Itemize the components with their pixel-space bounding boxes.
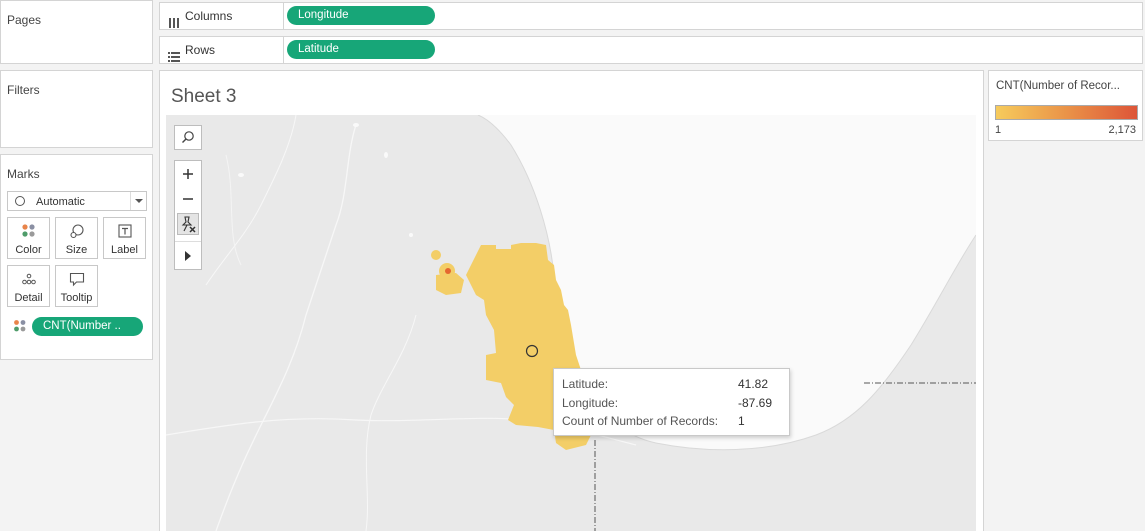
detail-icon (8, 271, 49, 287)
map-search-button[interactable] (174, 125, 202, 150)
color-encoding-icon (13, 319, 27, 338)
map-view[interactable] (166, 115, 976, 531)
columns-icon (168, 11, 180, 28)
small-lake (353, 123, 359, 127)
filters-card[interactable]: Filters (0, 70, 153, 148)
tooltip-row: Count of Number of Records: (562, 414, 718, 430)
mark-type-label: Automatic (36, 196, 85, 208)
size-icon (56, 223, 97, 239)
marks-title: Marks (7, 167, 40, 181)
speech-bubble-icon (56, 271, 97, 287)
latitude-pill[interactable]: Latitude (287, 40, 435, 59)
legend-max: 2,173 (1108, 124, 1136, 136)
search-icon (182, 131, 194, 143)
tooltip-key: Longitude: (562, 396, 619, 410)
size-button[interactable]: Size (55, 217, 98, 259)
rows-shelf[interactable]: Rows Latitude (159, 36, 1143, 64)
detail-label: Detail (14, 292, 43, 304)
mark-type-dropdown[interactable]: Automatic (7, 191, 147, 211)
marks-card: Marks Automatic Color Size Label Detail … (0, 154, 153, 360)
tooltip-label: Tooltip (60, 292, 93, 304)
river (365, 314, 417, 531)
small-lake (384, 152, 388, 158)
size-label: Size (65, 244, 88, 256)
pages-card[interactable]: Pages (0, 0, 153, 64)
circle-mark-icon (15, 196, 25, 206)
expand-toolbar-button[interactable] (175, 241, 201, 269)
play-arrow-icon (185, 251, 191, 261)
rows-shelf-label: Rows (160, 37, 284, 63)
tooltip-key: Count of Number of Records: (562, 414, 719, 428)
legend-title: CNT(Number of Recor... (996, 80, 1120, 92)
data-mark-hot[interactable] (445, 268, 451, 274)
columns-shelf[interactable]: Columns Longitude (159, 2, 1143, 30)
chevron-down-icon[interactable] (130, 192, 146, 210)
rows-label-text: Rows (185, 43, 216, 57)
filters-title: Filters (7, 83, 40, 97)
river (225, 154, 242, 266)
tooltip-value: -87.69 (738, 396, 773, 410)
zoom-in-button[interactable] (175, 161, 201, 187)
unpin-map-button[interactable] (177, 213, 199, 235)
basemap (166, 115, 976, 531)
minus-icon (183, 198, 193, 200)
tooltip-button[interactable]: Tooltip (55, 265, 98, 307)
color-button[interactable]: Color (7, 217, 50, 259)
river (215, 124, 357, 531)
label-label: Label (111, 244, 138, 256)
plus-icon (183, 169, 193, 179)
longitude-pill[interactable]: Longitude (287, 6, 435, 25)
tooltip-row: Latitude: (562, 377, 608, 393)
cnt-number-pill[interactable]: CNT(Number .. (32, 317, 143, 336)
pages-title: Pages (7, 13, 42, 27)
small-lake (238, 173, 244, 177)
color-label: Color (15, 244, 42, 256)
columns-shelf-label: Columns (160, 3, 284, 29)
color-icon (8, 223, 49, 239)
detail-button[interactable]: Detail (7, 265, 50, 307)
unpin-icon (181, 216, 196, 233)
rows-icon (168, 45, 180, 62)
tooltip-row: Longitude: (562, 396, 618, 412)
columns-label-text: Columns (185, 9, 233, 23)
map-zoom-toolbar (174, 160, 202, 270)
legend-gradient-bar (995, 105, 1138, 120)
legend-min: 1 (995, 124, 1002, 136)
color-legend[interactable]: CNT(Number of Recor... 1 2,173 (988, 70, 1143, 141)
mark-tooltip: Latitude: 41.82 Longitude: -87.69 Count … (553, 368, 790, 436)
tooltip-key: Latitude: (562, 377, 609, 391)
river (205, 115, 297, 286)
tooltip-value: 41.82 (738, 377, 769, 391)
data-mark[interactable] (431, 250, 441, 260)
tooltip-value: 1 (738, 414, 745, 428)
sheet-title[interactable]: Sheet 3 (171, 86, 237, 108)
zoom-out-button[interactable] (175, 187, 201, 211)
small-lake (409, 233, 413, 237)
label-button[interactable]: Label (103, 217, 146, 259)
label-icon (104, 223, 145, 239)
